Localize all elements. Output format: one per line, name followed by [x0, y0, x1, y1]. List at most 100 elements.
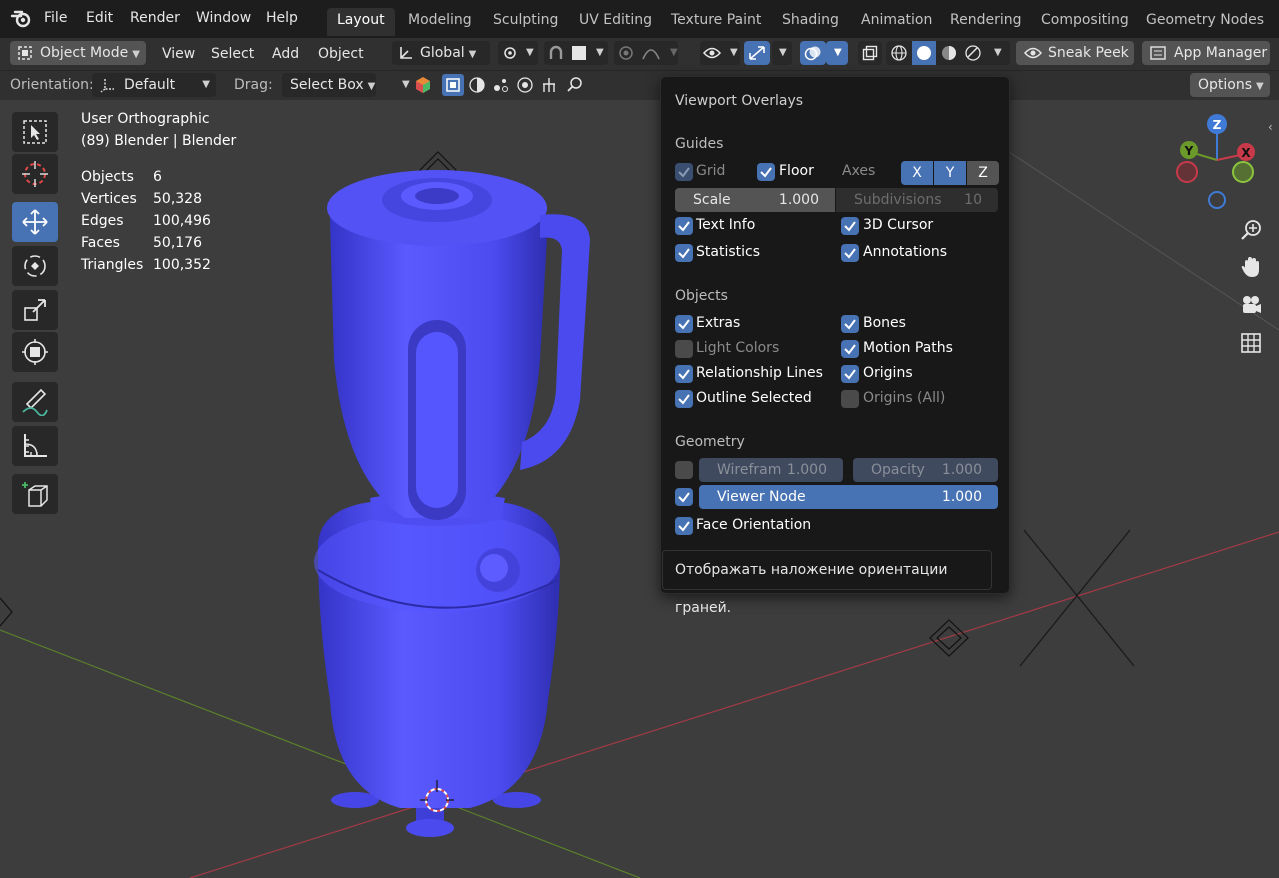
view-menu[interactable]: View [162, 42, 195, 66]
object-menu[interactable]: Object [318, 42, 364, 66]
sneak-peek-button[interactable]: Sneak Peek [1016, 41, 1134, 65]
add-menu[interactable]: Add [272, 42, 299, 66]
outline-selected-checkbox[interactable] [675, 390, 693, 408]
menu-render[interactable]: Render [130, 10, 180, 26]
select-box-tool[interactable] [12, 112, 58, 152]
3d-viewport[interactable]: Z Y X User Orthographic (89) Blender | B… [0, 100, 1279, 878]
orientation-dropdown[interactable]: Default ▼ [92, 73, 216, 97]
empty-object-icon [1019, 529, 1135, 667]
menu-window[interactable]: Window [196, 10, 251, 26]
tab-geometry-nodes[interactable]: Geometry Nodes [1136, 8, 1274, 36]
overlays-toggle[interactable] [800, 41, 826, 65]
select-empties-icon[interactable] [516, 76, 534, 94]
tab-shading[interactable]: Shading [772, 8, 849, 36]
light-colors-checkbox[interactable] [675, 340, 693, 358]
viewer-node-slider[interactable]: Viewer Node 1.000 [699, 485, 998, 509]
pan-button[interactable] [1234, 250, 1268, 284]
mode-dropdown[interactable]: Object Mode ▼ [10, 41, 146, 65]
menu-help[interactable]: Help [266, 10, 298, 26]
select-lights-icon[interactable] [468, 76, 486, 94]
xray-toggle[interactable] [858, 41, 882, 65]
toggle-perspective-button[interactable] [1234, 326, 1268, 360]
wireframe-shading-icon[interactable] [890, 44, 908, 62]
drag-dropdown[interactable]: Select Box ▼ [282, 73, 376, 97]
axis-x-toggle[interactable]: X [901, 161, 933, 185]
opacity-slider[interactable]: Opacity 1.000 [853, 458, 998, 482]
xray-icon [862, 45, 878, 61]
search-icon[interactable] [566, 76, 584, 94]
wireframe-slider[interactable]: Wirefram 1.000 [699, 458, 843, 482]
relationship-lines-checkbox[interactable] [675, 365, 693, 383]
color-cube-icon[interactable] [414, 76, 432, 94]
camera-view-button[interactable] [1234, 288, 1268, 322]
opacity-label: Opacity [871, 462, 925, 478]
3d-cursor-checkbox[interactable] [841, 217, 859, 235]
motion-paths-checkbox[interactable] [841, 340, 859, 358]
snap-toggle[interactable]: ▼ [544, 41, 608, 65]
tab-texture-paint[interactable]: Texture Paint [661, 8, 771, 36]
annotations-checkbox[interactable] [841, 244, 859, 262]
app-manager-button[interactable]: App Manager [1142, 41, 1270, 65]
select-particles-icon[interactable] [492, 76, 510, 94]
wireframe-checkbox[interactable] [675, 461, 693, 479]
tab-compositing[interactable]: Compositing [1031, 8, 1139, 36]
checkmark-icon [678, 521, 690, 532]
transform-tool[interactable] [12, 332, 58, 372]
move-tool[interactable] [12, 202, 58, 242]
blender-logo-icon[interactable] [10, 7, 34, 31]
rendered-shading-icon[interactable] [964, 44, 982, 62]
gizmo-y-label: Y [1184, 144, 1194, 158]
viewer-node-checkbox[interactable] [675, 488, 693, 506]
floor-checkbox[interactable] [757, 163, 775, 181]
measure-tool[interactable] [12, 426, 58, 466]
cursor-tool[interactable] [12, 154, 58, 194]
blender-mesh[interactable] [314, 170, 590, 837]
zoom-button[interactable] [1234, 213, 1268, 247]
tab-animation[interactable]: Animation [851, 8, 942, 36]
overlays-dropdown[interactable]: ▼ [826, 41, 848, 65]
select-armature-icon[interactable] [540, 76, 558, 94]
material-preview-icon[interactable] [940, 44, 958, 62]
bones-checkbox[interactable] [841, 315, 859, 333]
solid-shading-button[interactable] [912, 41, 936, 65]
origins-all-checkbox[interactable] [841, 390, 859, 408]
viewport-overlays-popover: Viewport Overlays Guides Grid Floor Axes… [660, 76, 1010, 594]
rotate-tool[interactable] [12, 246, 58, 286]
select-mesh-button[interactable] [442, 74, 464, 96]
pivot-point-dropdown[interactable]: ▼ [498, 41, 538, 65]
axis-z-toggle[interactable]: Z [967, 161, 999, 185]
overlays-icon [804, 46, 821, 61]
proportional-editing-toggle[interactable]: ▼ [614, 41, 678, 65]
menu-file[interactable]: File [44, 10, 67, 26]
origins-checkbox[interactable] [841, 365, 859, 383]
tab-layout[interactable]: Layout [327, 8, 395, 36]
face-orientation-checkbox[interactable] [675, 517, 693, 535]
grid-checkbox[interactable] [675, 163, 693, 181]
chevron-down-icon[interactable]: ▼ [402, 79, 410, 90]
options-dropdown[interactable]: Options ▼ [1190, 73, 1270, 97]
axis-y-toggle[interactable]: Y [934, 161, 966, 185]
scale-tool[interactable] [12, 290, 58, 330]
tab-modeling[interactable]: Modeling [398, 8, 482, 36]
checkmark-icon [678, 369, 690, 380]
extras-checkbox[interactable] [675, 315, 693, 333]
annotate-tool[interactable] [12, 382, 58, 422]
statistics-checkbox[interactable] [675, 244, 693, 262]
visibility-dropdown[interactable]: ▼ [700, 41, 740, 65]
collection-name: (89) Blender | Blender [81, 133, 237, 149]
gizmo-toggle[interactable] [744, 41, 770, 65]
scale-slider[interactable]: Scale 1.000 [675, 188, 835, 212]
transform-orientation-dropdown[interactable]: Global ▼ [392, 41, 490, 65]
menu-edit[interactable]: Edit [86, 10, 113, 26]
top-menu-bar: File Edit Render Window Help Layout Mode… [0, 0, 1279, 38]
subdivisions-slider[interactable]: Subdivisions 10 [836, 188, 998, 212]
text-info-checkbox[interactable] [675, 217, 693, 235]
tab-rendering[interactable]: Rendering [940, 8, 1032, 36]
gizmo-dropdown[interactable]: ▼ [772, 41, 792, 65]
select-menu[interactable]: Select [211, 42, 254, 66]
tab-uv-editing[interactable]: UV Editing [569, 8, 662, 36]
add-cube-tool[interactable] [12, 474, 58, 514]
chevron-down-icon: ▼ [730, 47, 738, 58]
tab-sculpting[interactable]: Sculpting [483, 8, 568, 36]
sidebar-toggle-icon[interactable]: ‹ [1268, 120, 1273, 134]
